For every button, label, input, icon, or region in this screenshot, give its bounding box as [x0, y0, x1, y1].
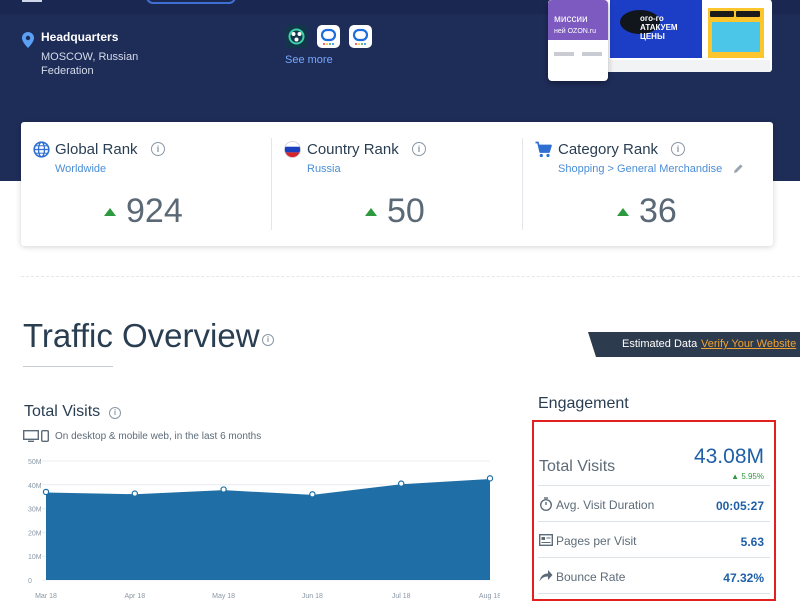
- global-rank-title: Global Rank: [55, 141, 138, 158]
- engagement-row: Pages per Visit 5.63: [538, 522, 770, 558]
- x-tick-label: Jul 18: [392, 593, 411, 600]
- global-rank-scope[interactable]: Worldwide: [55, 163, 106, 175]
- rank-up-arrow-icon: [617, 208, 629, 216]
- promo-banner: ого-го АТАКУЕМ ЦЕНЫ: [610, 0, 702, 58]
- info-icon[interactable]: i: [412, 142, 426, 156]
- promo-text: ого-го АТАКУЕМ ЦЕНЫ: [640, 14, 678, 41]
- category-rank: Category Rank i Shopping > General Merch…: [523, 122, 773, 246]
- total-visits-chart-subtitle: On desktop & mobile web, in the last 6 m…: [55, 431, 262, 442]
- x-tick-label: May 18: [212, 593, 235, 600]
- category-rank-value: 36: [639, 192, 677, 230]
- app-banner: [708, 8, 764, 58]
- engagement-label: Bounce Rate: [556, 570, 626, 584]
- russia-flag-icon: [284, 141, 301, 158]
- app-logo-icon: [288, 28, 305, 45]
- country-rank: Country Rank i Russia 50: [272, 122, 522, 246]
- mobile-icon: [41, 430, 49, 442]
- traffic-overview-title: Traffic Overview: [23, 317, 260, 354]
- visits-change: ▲ 5.95%: [731, 472, 764, 481]
- y-tick-label: 30M: [28, 507, 42, 514]
- y-tick-label: 40M: [28, 483, 42, 490]
- info-icon[interactable]: i: [151, 142, 165, 156]
- engagement-total-visits-row: Total Visits 43.08M ▲ 5.95%: [538, 424, 770, 486]
- info-icon[interactable]: i: [262, 334, 274, 346]
- menu-icon[interactable]: [22, 0, 42, 2]
- x-tick-label: Mar 18: [35, 593, 57, 600]
- verify-website-link[interactable]: Verify Your Website: [701, 338, 796, 350]
- mobile-screenshot: миссии ней OZON.ru: [548, 0, 608, 81]
- app-icon-1[interactable]: [285, 25, 308, 48]
- globe-icon: [33, 141, 50, 158]
- header-tab-button[interactable]: [146, 0, 236, 4]
- engagement-value: 47.32%: [723, 571, 764, 585]
- global-rank: Global Rank i Worldwide 924: [21, 122, 271, 246]
- estimated-data-label: Estimated Data: [622, 338, 698, 350]
- country-rank-title: Country Rank: [307, 141, 399, 158]
- y-tick-label: 20M: [28, 530, 42, 537]
- shopping-cart-icon: [535, 141, 552, 158]
- location-pin-icon: [22, 32, 34, 48]
- global-rank-value: 924: [126, 192, 183, 230]
- data-point[interactable]: [486, 475, 494, 482]
- section-divider: [21, 276, 800, 277]
- x-tick-label: Jun 18: [302, 593, 323, 600]
- y-tick-label: 0: [28, 578, 32, 585]
- estimated-data-bar: Estimated Data Verify Your Website: [588, 332, 800, 357]
- visits-change-value: 5.95%: [741, 472, 764, 481]
- pencil-icon[interactable]: [733, 163, 744, 174]
- category-rank-title: Category Rank: [558, 141, 659, 158]
- headquarters-title: Headquarters: [41, 30, 119, 44]
- y-tick-label: 10M: [28, 554, 42, 561]
- data-point[interactable]: [131, 490, 139, 497]
- total-visits-chart: 50M 40M 30M 20M 10M 0 Mar 18 Apr 18 May 18 Jun 18…: [28, 459, 500, 600]
- ozon-logo-icon: [352, 28, 369, 45]
- data-point[interactable]: [42, 488, 50, 496]
- desktop-icon: [23, 430, 39, 442]
- engagement-label: Avg. Visit Duration: [556, 498, 655, 512]
- category-rank-scope[interactable]: Shopping > General Merchandise: [558, 163, 722, 175]
- info-icon[interactable]: i: [671, 142, 685, 156]
- headquarters-value: MOSCOW, Russian Federation: [41, 51, 139, 77]
- change-up-arrow-icon: ▲: [731, 472, 740, 481]
- engagement-total-visits-value: 43.08M: [693, 445, 764, 468]
- rank-up-arrow-icon: [104, 208, 116, 216]
- phone-banner-sub: ней OZON.ru: [554, 28, 597, 35]
- engagement-title: Engagement: [538, 395, 629, 412]
- rank-up-arrow-icon: [365, 208, 377, 216]
- y-tick-label: 50M: [28, 459, 42, 466]
- app-icon-3[interactable]: [349, 25, 372, 48]
- stopwatch-icon: [540, 497, 552, 511]
- engagement-row: Bounce Rate 47.32%: [538, 558, 770, 594]
- see-more-link[interactable]: See more: [285, 54, 333, 66]
- engagement-label: Pages per Visit: [556, 534, 637, 548]
- engagement-row: Avg. Visit Duration 00:05:27: [538, 486, 770, 522]
- bounce-arrow-icon: [539, 570, 553, 582]
- phone-banner-text: миссии: [554, 14, 588, 25]
- ozon-logo-icon: [320, 28, 337, 45]
- data-point[interactable]: [309, 491, 316, 498]
- country-rank-scope[interactable]: Russia: [307, 163, 341, 175]
- engagement-total-visits-label: Total Visits: [539, 458, 616, 475]
- engagement-panel: Total Visits 43.08M ▲ 5.95% Avg. Visit D…: [532, 420, 776, 601]
- x-tick-label: Apr 18: [124, 593, 145, 600]
- total-visits-chart-title: Total Visits: [24, 403, 101, 420]
- title-underline: [23, 366, 113, 367]
- engagement-value: 00:05:27: [715, 499, 764, 513]
- data-point[interactable]: [398, 480, 405, 487]
- country-rank-value: 50: [387, 192, 425, 230]
- data-point[interactable]: [220, 486, 227, 493]
- app-icon-2[interactable]: [317, 25, 340, 48]
- info-icon[interactable]: i: [109, 407, 121, 419]
- engagement-value: 5.63: [740, 535, 764, 549]
- rank-card: Global Rank i Worldwide 924 Country Rank…: [21, 122, 773, 246]
- pages-icon: [539, 534, 553, 547]
- x-tick-label: Aug 18: [479, 593, 500, 600]
